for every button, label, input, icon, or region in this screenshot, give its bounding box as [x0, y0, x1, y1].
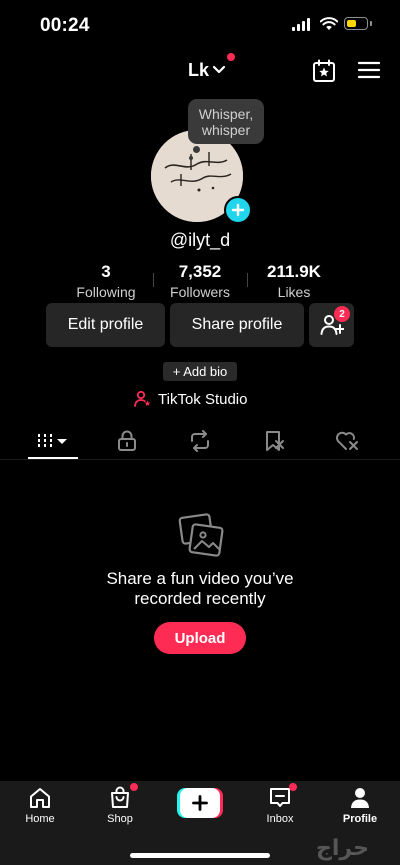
tooltip-tail-dot [193, 146, 200, 153]
tooltip-line-2: whisper [201, 121, 251, 138]
stat-likes-label: Likes [277, 284, 311, 300]
stat-divider [153, 273, 154, 287]
tab-private[interactable] [102, 424, 152, 458]
nav-profile[interactable]: Profile [325, 786, 395, 825]
account-notification-dot [227, 53, 235, 61]
stat-followers-label: Followers [170, 284, 230, 300]
tabs-divider [0, 459, 400, 460]
star-calendar-icon[interactable] [312, 59, 336, 83]
inbox-icon [270, 788, 290, 807]
battery-icon [344, 17, 368, 30]
stat-followers[interactable]: 7,352 Followers [160, 262, 240, 300]
add-avatar-button[interactable] [224, 196, 252, 224]
nav-home[interactable]: Home [5, 786, 75, 825]
stat-divider [247, 273, 248, 287]
studio-user-icon [134, 390, 151, 407]
edit-profile-button[interactable]: Edit profile [46, 303, 165, 347]
tab-videos[interactable] [28, 424, 78, 458]
home-indicator [130, 853, 270, 858]
nav-home-label: Home [25, 813, 55, 825]
battery-level [347, 20, 357, 27]
upload-button[interactable]: Upload [154, 622, 246, 654]
active-tab-indicator [28, 457, 78, 459]
add-bio-button[interactable]: + Add bio [163, 362, 237, 381]
account-switcher[interactable]: Lk [188, 58, 226, 82]
wifi-icon [320, 17, 338, 30]
nav-profile-label: Profile [342, 813, 378, 825]
lock-icon [118, 430, 136, 451]
tab-liked[interactable] [322, 424, 372, 458]
shop-notification-dot [130, 783, 138, 791]
stat-likes-value: 211.9K [267, 262, 321, 281]
share-profile-button[interactable]: Share profile [170, 303, 304, 347]
stat-following-value: 3 [101, 262, 111, 281]
nav-shop[interactable]: Shop [85, 786, 155, 825]
plus-icon [231, 203, 245, 217]
nav-inbox[interactable]: Inbox [245, 786, 315, 825]
friend-request-badge: 2 [334, 306, 350, 322]
username: Lk [188, 59, 210, 80]
empty-state-title: Share a fun video you’ve recorded recent… [0, 569, 400, 609]
favorites-icon [266, 431, 284, 451]
whisper-tooltip[interactable]: Whisper, whisper [188, 99, 264, 144]
watermark-logo: حراج [316, 836, 369, 861]
shop-bag-icon [111, 786, 129, 808]
stat-followers-value: 7,352 [178, 262, 222, 281]
nav-inbox-label: Inbox [266, 813, 294, 825]
tiktok-studio-link[interactable]: TikTok Studio [134, 389, 247, 409]
plus-icon [192, 795, 208, 811]
cellular-signal-icon [292, 18, 314, 31]
liked-icon [336, 431, 358, 450]
tiktok-studio-label: TikTok Studio [158, 390, 248, 408]
videos-grid-icon [38, 434, 67, 448]
tab-favorites[interactable] [249, 424, 299, 458]
empty-state-line-2: recorded recently [134, 589, 266, 608]
photos-icon [178, 513, 224, 557]
home-icon [30, 788, 50, 808]
empty-state-line-1: Share a fun video you’ve [106, 569, 294, 588]
menu-icon[interactable] [358, 61, 380, 79]
tooltip-line-1: Whisper, [198, 105, 254, 122]
chevron-down-icon [212, 65, 226, 74]
status-time: 00:24 [40, 15, 90, 36]
stat-likes[interactable]: 211.9K Likes [254, 262, 334, 300]
stat-following[interactable]: 3 Following [66, 262, 146, 300]
stat-following-label: Following [76, 284, 136, 300]
profile-icon [351, 788, 369, 808]
create-button[interactable] [177, 788, 223, 818]
inbox-notification-dot [289, 783, 297, 791]
tab-reposts[interactable] [175, 424, 225, 458]
nav-shop-label: Shop [107, 813, 133, 825]
repost-icon [191, 430, 209, 452]
profile-handle: @ilyt_d [169, 230, 231, 250]
tooltip-tail-dot [189, 156, 193, 160]
battery-tip [370, 21, 372, 26]
